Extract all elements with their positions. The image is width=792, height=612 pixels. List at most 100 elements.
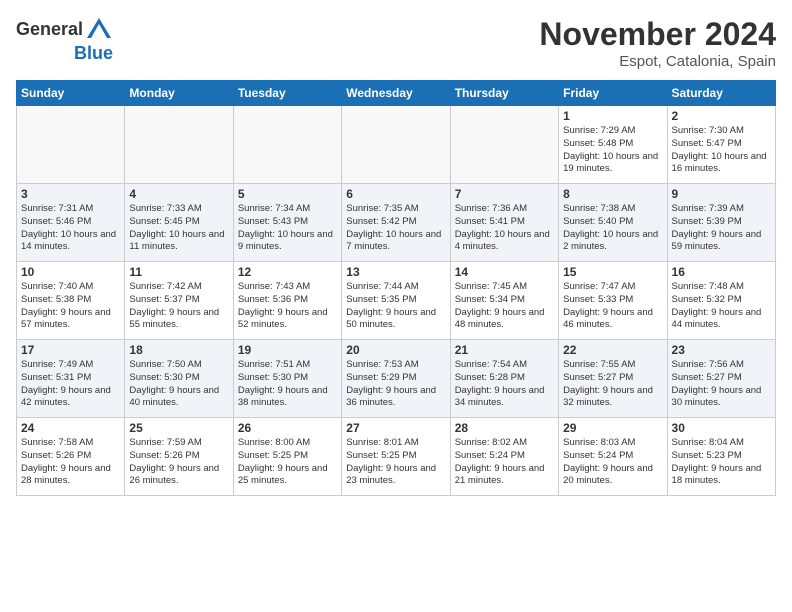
- col-thursday: Thursday: [450, 81, 558, 106]
- table-row: 30 Sunrise: 8:04 AM Sunset: 5:23 PM Dayli…: [667, 418, 775, 496]
- location: Espot, Catalonia, Spain: [539, 53, 776, 70]
- day-number: 3: [21, 187, 120, 201]
- day-info: Sunrise: 7:34 AM Sunset: 5:43 PM Dayligh…: [238, 203, 337, 254]
- day-number: 13: [346, 265, 445, 279]
- col-monday: Monday: [125, 81, 233, 106]
- day-number: 21: [455, 343, 554, 357]
- day-number: 15: [563, 265, 662, 279]
- day-info: Sunrise: 7:53 AM Sunset: 5:29 PM Dayligh…: [346, 359, 445, 410]
- table-row: 5 Sunrise: 7:34 AM Sunset: 5:43 PM Daylig…: [233, 184, 341, 262]
- logo-general-text: General: [16, 20, 83, 40]
- table-row: 22 Sunrise: 7:55 AM Sunset: 5:27 PM Dayli…: [559, 340, 667, 418]
- day-number: 11: [129, 265, 228, 279]
- table-row: 10Sunrise: 7:40 AM Sunset: 5:38 PM Dayli…: [17, 262, 125, 340]
- day-number: 29: [563, 421, 662, 435]
- table-row: 29 Sunrise: 8:03 AM Sunset: 5:24 PM Dayli…: [559, 418, 667, 496]
- table-row: 13 Sunrise: 7:44 AM Sunset: 5:35 PM Dayli…: [342, 262, 450, 340]
- day-number: 14: [455, 265, 554, 279]
- table-row: 21 Sunrise: 7:54 AM Sunset: 5:28 PM Dayli…: [450, 340, 558, 418]
- day-info: Sunrise: 8:03 AM Sunset: 5:24 PM Dayligh…: [563, 437, 662, 488]
- day-info: Sunrise: 8:04 AM Sunset: 5:23 PM Dayligh…: [672, 437, 771, 488]
- day-number: 25: [129, 421, 228, 435]
- table-row: 20 Sunrise: 7:53 AM Sunset: 5:29 PM Dayli…: [342, 340, 450, 418]
- header: General Blue November 2024 Espot, Catalo…: [16, 16, 776, 70]
- table-row: [233, 106, 341, 184]
- table-row: 17 Sunrise: 7:49 AM Sunset: 5:31 PM Dayli…: [17, 340, 125, 418]
- day-number: 8: [563, 187, 662, 201]
- day-number: 4: [129, 187, 228, 201]
- day-number: 1: [563, 109, 662, 123]
- table-row: 3 Sunrise: 7:31 AM Sunset: 5:46 PM Daylig…: [17, 184, 125, 262]
- day-number: 26: [238, 421, 337, 435]
- day-info: Sunrise: 7:54 AM Sunset: 5:28 PM Dayligh…: [455, 359, 554, 410]
- day-info: Sunrise: 7:50 AM Sunset: 5:30 PM Dayligh…: [129, 359, 228, 410]
- table-row: [450, 106, 558, 184]
- table-row: 2 Sunrise: 7:30 AM Sunset: 5:47 PM Daylig…: [667, 106, 775, 184]
- table-row: 27Sunrise: 8:01 AM Sunset: 5:25 PM Dayli…: [342, 418, 450, 496]
- day-info: Sunrise: 8:00 AM Sunset: 5:25 PM Dayligh…: [238, 437, 337, 488]
- table-row: 23Sunrise: 7:56 AM Sunset: 5:27 PM Dayli…: [667, 340, 775, 418]
- table-row: 9Sunrise: 7:39 AM Sunset: 5:39 PM Daylig…: [667, 184, 775, 262]
- day-number: 19: [238, 343, 337, 357]
- table-row: 4 Sunrise: 7:33 AM Sunset: 5:45 PM Daylig…: [125, 184, 233, 262]
- logo-icon: [85, 16, 113, 44]
- col-sunday: Sunday: [17, 81, 125, 106]
- day-info: Sunrise: 8:01 AM Sunset: 5:25 PM Dayligh…: [346, 437, 445, 488]
- logo: General Blue: [16, 16, 113, 64]
- table-row: 14 Sunrise: 7:45 AM Sunset: 5:34 PM Dayli…: [450, 262, 558, 340]
- day-number: 6: [346, 187, 445, 201]
- day-info: Sunrise: 7:39 AM Sunset: 5:39 PM Dayligh…: [672, 203, 771, 254]
- day-info: Sunrise: 7:33 AM Sunset: 5:45 PM Dayligh…: [129, 203, 228, 254]
- table-row: 1Sunrise: 7:29 AM Sunset: 5:48 PM Daylig…: [559, 106, 667, 184]
- table-row: 16 Sunrise: 7:48 AM Sunset: 5:32 PM Dayli…: [667, 262, 775, 340]
- day-number: 18: [129, 343, 228, 357]
- table-row: 24 Sunrise: 7:58 AM Sunset: 5:26 PM Dayli…: [17, 418, 125, 496]
- table-row: [342, 106, 450, 184]
- day-number: 5: [238, 187, 337, 201]
- col-friday: Friday: [559, 81, 667, 106]
- day-info: Sunrise: 7:48 AM Sunset: 5:32 PM Dayligh…: [672, 281, 771, 332]
- day-number: 30: [672, 421, 771, 435]
- day-number: 24: [21, 421, 120, 435]
- day-number: 7: [455, 187, 554, 201]
- day-number: 2: [672, 109, 771, 123]
- header-row: Sunday Monday Tuesday Wednesday Thursday…: [17, 81, 776, 106]
- day-info: Sunrise: 7:45 AM Sunset: 5:34 PM Dayligh…: [455, 281, 554, 332]
- month-title: November 2024: [539, 16, 776, 53]
- day-info: Sunrise: 7:56 AM Sunset: 5:27 PM Dayligh…: [672, 359, 771, 410]
- table-row: 28Sunrise: 8:02 AM Sunset: 5:24 PM Dayli…: [450, 418, 558, 496]
- col-tuesday: Tuesday: [233, 81, 341, 106]
- day-info: Sunrise: 7:44 AM Sunset: 5:35 PM Dayligh…: [346, 281, 445, 332]
- calendar-row: 17 Sunrise: 7:49 AM Sunset: 5:31 PM Dayli…: [17, 340, 776, 418]
- day-info: Sunrise: 7:49 AM Sunset: 5:31 PM Dayligh…: [21, 359, 120, 410]
- day-info: Sunrise: 7:30 AM Sunset: 5:47 PM Dayligh…: [672, 125, 771, 176]
- day-info: Sunrise: 7:58 AM Sunset: 5:26 PM Dayligh…: [21, 437, 120, 488]
- calendar-row: 1Sunrise: 7:29 AM Sunset: 5:48 PM Daylig…: [17, 106, 776, 184]
- calendar-row: 24 Sunrise: 7:58 AM Sunset: 5:26 PM Dayli…: [17, 418, 776, 496]
- table-row: 19 Sunrise: 7:51 AM Sunset: 5:30 PM Dayli…: [233, 340, 341, 418]
- day-info: Sunrise: 7:35 AM Sunset: 5:42 PM Dayligh…: [346, 203, 445, 254]
- table-row: 7Sunrise: 7:36 AM Sunset: 5:41 PM Daylig…: [450, 184, 558, 262]
- day-info: Sunrise: 7:55 AM Sunset: 5:27 PM Dayligh…: [563, 359, 662, 410]
- calendar-table: Sunday Monday Tuesday Wednesday Thursday…: [16, 80, 776, 496]
- day-number: 16: [672, 265, 771, 279]
- day-info: Sunrise: 7:40 AM Sunset: 5:38 PM Dayligh…: [21, 281, 120, 332]
- day-info: Sunrise: 7:42 AM Sunset: 5:37 PM Dayligh…: [129, 281, 228, 332]
- table-row: 8 Sunrise: 7:38 AM Sunset: 5:40 PM Daylig…: [559, 184, 667, 262]
- day-number: 20: [346, 343, 445, 357]
- table-row: 26 Sunrise: 8:00 AM Sunset: 5:25 PM Dayli…: [233, 418, 341, 496]
- calendar-row: 3 Sunrise: 7:31 AM Sunset: 5:46 PM Daylig…: [17, 184, 776, 262]
- day-info: Sunrise: 7:38 AM Sunset: 5:40 PM Dayligh…: [563, 203, 662, 254]
- calendar-row: 10Sunrise: 7:40 AM Sunset: 5:38 PM Dayli…: [17, 262, 776, 340]
- col-saturday: Saturday: [667, 81, 775, 106]
- table-row: 12Sunrise: 7:43 AM Sunset: 5:36 PM Dayli…: [233, 262, 341, 340]
- table-row: [17, 106, 125, 184]
- day-number: 22: [563, 343, 662, 357]
- day-info: Sunrise: 7:31 AM Sunset: 5:46 PM Dayligh…: [21, 203, 120, 254]
- table-row: 15Sunrise: 7:47 AM Sunset: 5:33 PM Dayli…: [559, 262, 667, 340]
- day-info: Sunrise: 7:59 AM Sunset: 5:26 PM Dayligh…: [129, 437, 228, 488]
- day-number: 17: [21, 343, 120, 357]
- page: General Blue November 2024 Espot, Catalo…: [0, 0, 792, 506]
- table-row: [125, 106, 233, 184]
- day-info: Sunrise: 7:51 AM Sunset: 5:30 PM Dayligh…: [238, 359, 337, 410]
